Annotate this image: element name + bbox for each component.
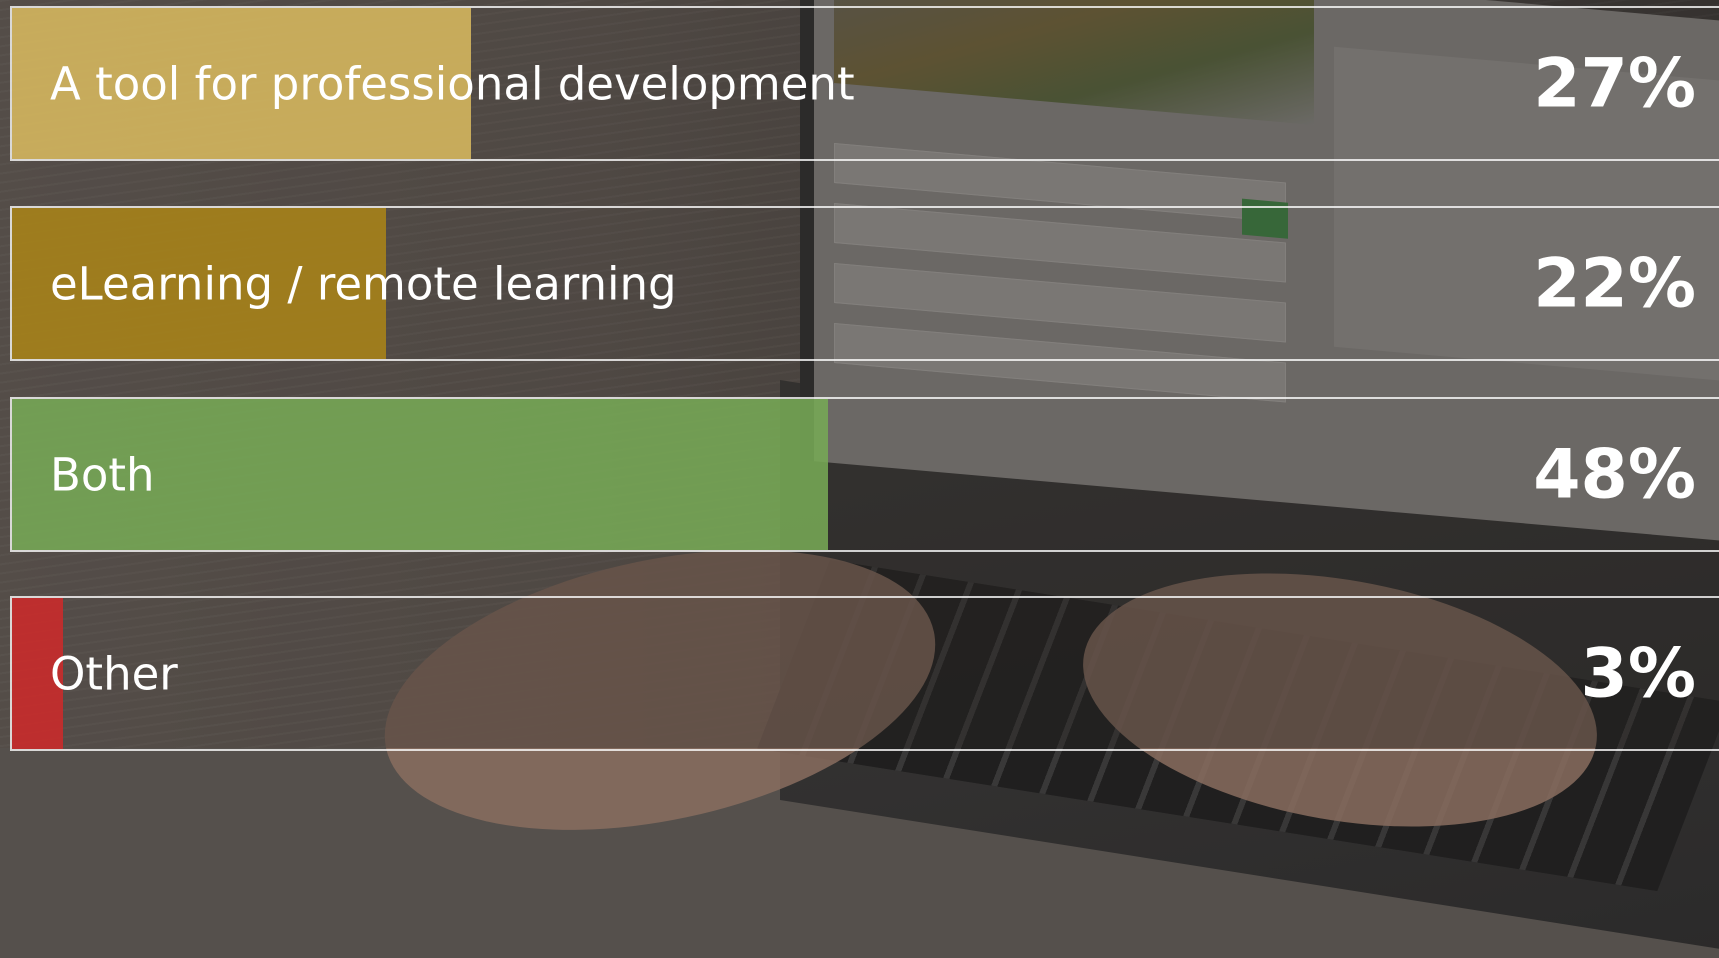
poll-option-label: Both — [50, 448, 155, 501]
poll-option-percent: 27% — [1533, 44, 1696, 123]
poll-option-percent: 22% — [1533, 244, 1696, 323]
poll-option-other[interactable]: Other 3% — [10, 596, 1719, 751]
poll-option-percent: 3% — [1580, 634, 1696, 713]
poll-option-label: eLearning / remote learning — [50, 257, 677, 310]
poll-option-label: A tool for professional development — [50, 57, 855, 110]
poll-option-label: Other — [50, 647, 178, 700]
poll-option-both[interactable]: Both 48% — [10, 397, 1719, 552]
poll-option-professional-development[interactable]: A tool for professional development 27% — [10, 6, 1719, 161]
poll-option-percent: 48% — [1533, 435, 1696, 514]
poll-option-elearning[interactable]: eLearning / remote learning 22% — [10, 206, 1719, 361]
